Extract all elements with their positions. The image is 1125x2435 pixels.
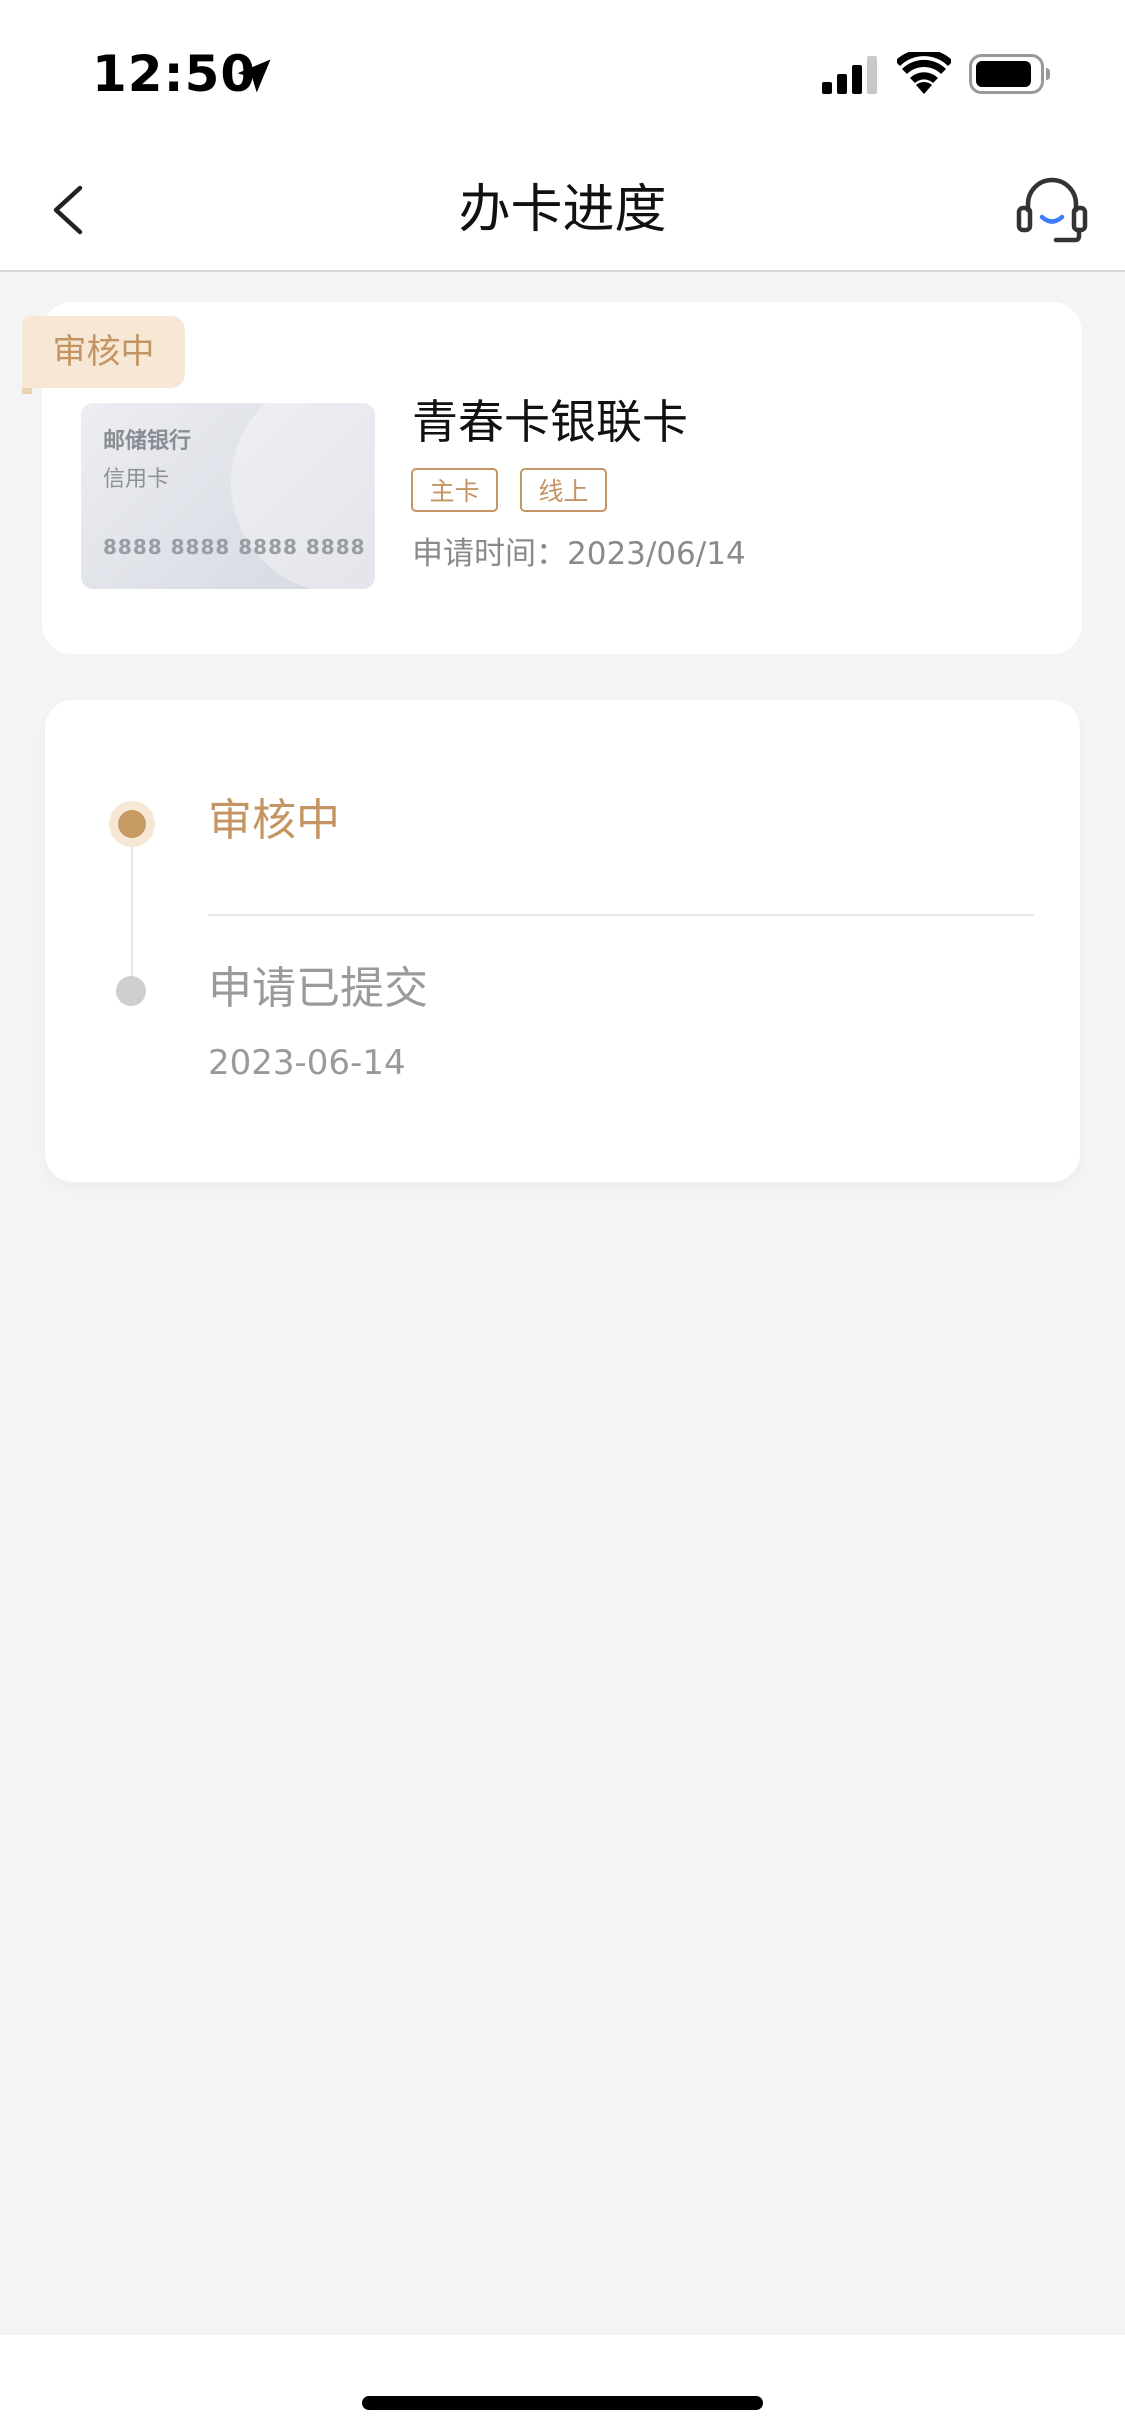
headset-icon bbox=[1016, 177, 1088, 243]
card-bank-name: 邮储银行 bbox=[103, 429, 192, 454]
tag-main-card: 主卡 bbox=[411, 468, 498, 512]
wifi-icon bbox=[897, 52, 951, 94]
status-badge: 审核中 bbox=[22, 316, 185, 388]
step-submitted-label: 申请已提交 bbox=[208, 963, 428, 1014]
tag-online: 线上 bbox=[520, 468, 607, 512]
timeline-connector bbox=[131, 824, 133, 992]
battery-icon bbox=[969, 54, 1050, 94]
step-divider bbox=[208, 914, 1034, 916]
step-under-review-label: 审核中 bbox=[208, 795, 340, 846]
step-submitted-date: 2023-06-14 bbox=[208, 1043, 406, 1083]
card-type: 信用卡 bbox=[103, 467, 170, 492]
status-badge-fold bbox=[22, 388, 32, 394]
bottom-safe-area bbox=[0, 2335, 1125, 2435]
cellular-signal-icon bbox=[822, 56, 877, 94]
nav-bar: 办卡进度 bbox=[0, 150, 1125, 272]
customer-service-button[interactable] bbox=[1012, 170, 1092, 250]
chevron-left-icon bbox=[53, 185, 83, 235]
card-name: 青春卡银联卡 bbox=[412, 395, 688, 449]
card-number: 8888 8888 8888 8888 bbox=[103, 535, 366, 559]
home-indicator[interactable] bbox=[362, 2396, 763, 2410]
credit-card-image: 邮储银行 信用卡 8888 8888 8888 8888 bbox=[81, 403, 375, 589]
card-shine bbox=[231, 403, 375, 589]
page-title: 办卡进度 bbox=[458, 180, 667, 240]
timeline-dot-completed bbox=[116, 976, 146, 1006]
status-bar: 12:50 bbox=[0, 0, 1125, 150]
apply-time: 申请时间：2023/06/14 bbox=[412, 536, 746, 572]
progress-timeline-card bbox=[45, 700, 1080, 1182]
location-arrow-icon bbox=[237, 59, 271, 93]
back-button[interactable] bbox=[30, 170, 110, 250]
timeline-dot-active bbox=[118, 810, 146, 838]
